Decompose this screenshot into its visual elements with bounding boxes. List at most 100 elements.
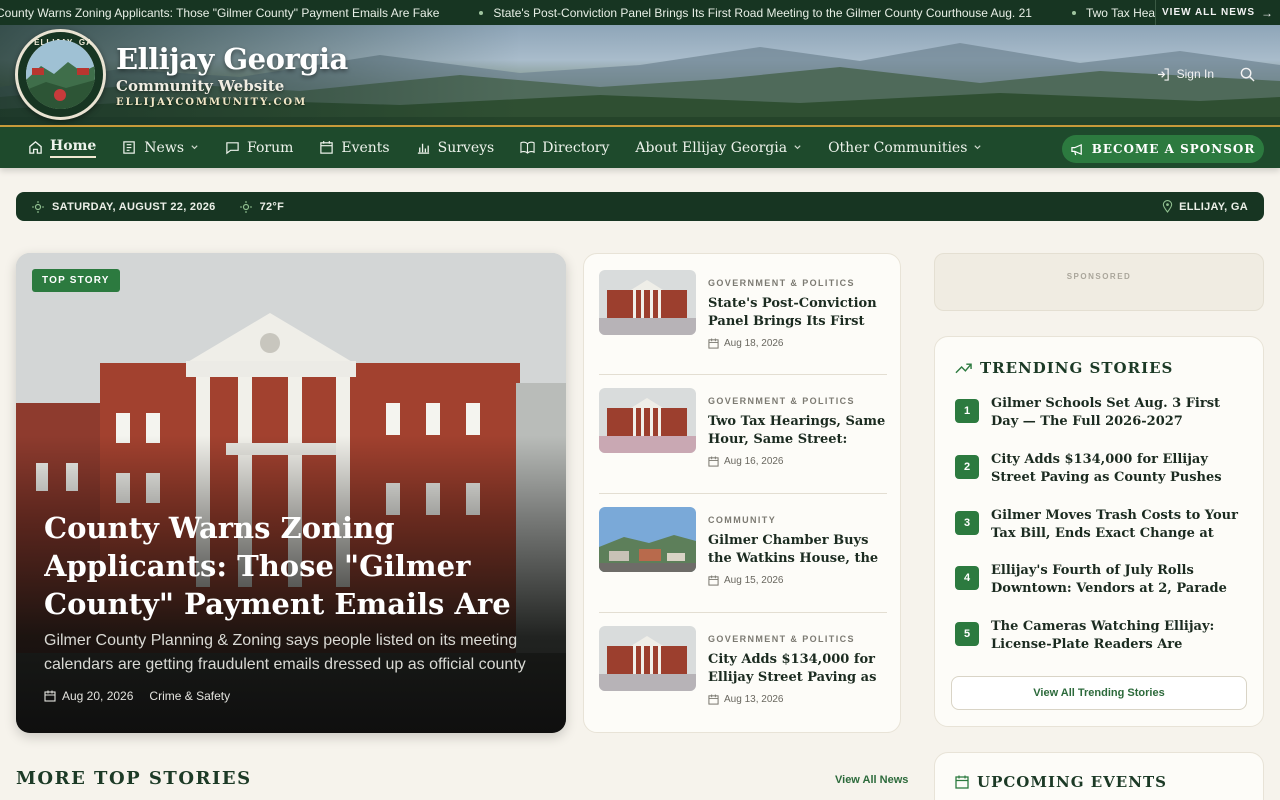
sponsor-label: BECOME A SPONSOR (1091, 142, 1256, 156)
ticker-item[interactable]: State's Post-Conviction Panel Brings Its… (479, 6, 1032, 20)
list-item[interactable]: GOVERNMENT & POLITICS State's Post-Convi… (599, 270, 887, 374)
nav-item-home[interactable]: Home (28, 126, 97, 169)
chevron-down-icon (794, 145, 801, 150)
news-category: GOVERNMENT & POLITICS (708, 278, 855, 288)
nav-item-events[interactable]: Events (319, 126, 390, 169)
nav-item-news[interactable]: News (122, 126, 199, 169)
nav-item-directory[interactable]: Directory (520, 126, 609, 169)
news-date: Aug 16, 2026 (708, 456, 784, 467)
calendar-icon (44, 690, 56, 702)
trending-item[interactable]: 4 Ellijay's Fourth of July Rolls Downtow… (955, 562, 1245, 606)
ticker-item-text: County Warns Zoning Applicants: Those "G… (0, 5, 440, 20)
top-story-date: Aug 20, 2026 (62, 689, 134, 703)
nav-item-label: Directory (542, 139, 610, 156)
news-date: Aug 13, 2026 (708, 694, 784, 705)
news-date-text: Aug 15, 2026 (724, 575, 784, 586)
trending-item[interactable]: 2 City Adds $134,000 for Ellijay Street … (955, 451, 1245, 495)
megaphone-icon (1071, 143, 1082, 155)
ticker-item-text: State's Post-Conviction Panel Brings Its… (493, 5, 1032, 20)
nav-item-label: Home (50, 138, 97, 158)
calendar-icon (708, 338, 719, 349)
search-button[interactable] (1240, 67, 1255, 82)
trending-item-title[interactable]: The Cameras Watching Ellijay: License-Pl… (991, 618, 1241, 654)
weather-icon (239, 200, 252, 213)
map-pin-icon (1162, 200, 1173, 213)
trending-item[interactable]: 3 Gilmer Moves Trash Costs to Your Tax B… (955, 507, 1245, 551)
login-icon (1157, 67, 1169, 81)
site-logo[interactable]: ELLIJAY, GA (15, 29, 106, 120)
chat-icon (226, 142, 239, 155)
news-title[interactable]: Two Tax Hearings, Same Hour, Same Street… (708, 413, 887, 449)
arrow-right-icon: → (1261, 5, 1274, 20)
news-thumbnail (599, 507, 696, 572)
sponsored-label: SPONSORED (1066, 272, 1132, 281)
nav-item-label: News (144, 139, 184, 156)
trending-item[interactable]: 1 Gilmer Schools Set Aug. 3 First Day — … (955, 395, 1245, 439)
trending-item[interactable]: 5 The Cameras Watching Ellijay: License-… (955, 618, 1245, 662)
calendar-icon (955, 775, 969, 789)
current-date: SATURDAY, AUGUST 22, 2026 (52, 200, 216, 213)
bullet-icon (479, 10, 484, 15)
sign-in-label: Sign In (1176, 67, 1214, 81)
trending-item-title[interactable]: Ellijay's Fourth of July Rolls Downtown:… (991, 562, 1241, 598)
events-title: UPCOMING EVENTS (977, 773, 1167, 791)
top-story-card[interactable]: TOP STORY County Warns Zoning Applicants… (16, 253, 566, 733)
trending-item-title[interactable]: City Adds $134,000 for Ellijay Street Pa… (991, 451, 1241, 487)
nav-item-about[interactable]: About Ellijay Georgia (635, 126, 802, 169)
bullet-icon (1071, 10, 1076, 15)
view-all-trending-button[interactable]: View All Trending Stories (951, 676, 1247, 710)
sun-icon (32, 200, 44, 213)
site-title[interactable]: Ellijay Georgia (116, 42, 348, 76)
trending-title: TRENDING STORIES (980, 359, 1174, 377)
news-category: GOVERNMENT & POLITICS (708, 396, 855, 406)
top-story-excerpt: Gilmer County Planning & Zoning says peo… (44, 632, 526, 673)
trending-item-title[interactable]: Gilmer Schools Set Aug. 3 First Day — Th… (991, 395, 1241, 431)
calendar-icon (708, 456, 719, 467)
nav-item-surveys[interactable]: Surveys (416, 126, 494, 169)
main-nav: Home News Forum Events Surveys Directory… (0, 125, 1280, 168)
nav-item-label: Other Communities (828, 139, 968, 156)
list-item[interactable]: GOVERNMENT & POLITICS Two Tax Hearings, … (599, 388, 887, 492)
sign-in-button[interactable]: Sign In (1157, 67, 1214, 81)
book-icon (520, 141, 535, 154)
site-header: ELLIJAY, GA Ellijay Georgia Community We… (0, 25, 1280, 125)
divider (599, 374, 887, 375)
news-title[interactable]: State's Post-Conviction Panel Brings Its… (708, 295, 887, 331)
news-title[interactable]: City Adds $134,000 for Ellijay Street Pa… (708, 651, 887, 687)
view-all-news-button[interactable]: VIEW ALL NEWS → (1155, 0, 1280, 25)
list-item[interactable]: COMMUNITY Gilmer Chamber Buys the Watkin… (599, 507, 887, 611)
news-date-text: Aug 16, 2026 (724, 456, 784, 467)
list-item[interactable]: GOVERNMENT & POLITICS City Adds $134,000… (599, 626, 887, 730)
calendar-icon (708, 694, 719, 705)
trending-item-title[interactable]: Gilmer Moves Trash Costs to Your Tax Bil… (991, 507, 1241, 543)
news-title[interactable]: Gilmer Chamber Buys the Watkins House, t… (708, 532, 887, 568)
top-story-meta: Aug 20, 2026 Crime & Safety (44, 689, 230, 703)
top-story-category[interactable]: Crime & Safety (149, 689, 230, 703)
nav-item-forum[interactable]: Forum (225, 126, 293, 169)
nav-item-label: Forum (247, 139, 294, 156)
date-weather-bar: SATURDAY, AUGUST 22, 2026 72°F ELLIJAY, … (16, 192, 1264, 221)
ticker-item[interactable]: County Warns Zoning Applicants: Those "G… (0, 6, 439, 20)
become-sponsor-button[interactable]: BECOME A SPONSOR (1062, 135, 1264, 163)
trending-rank: 5 (955, 622, 979, 646)
divider (599, 493, 887, 494)
search-icon (1240, 67, 1255, 82)
trending-rank: 2 (955, 455, 979, 479)
newspaper-icon (123, 141, 136, 154)
home-icon (29, 141, 42, 154)
top-story-title[interactable]: County Warns Zoning Applicants: Those "G… (44, 509, 534, 623)
news-list: GOVERNMENT & POLITICS State's Post-Convi… (583, 253, 901, 733)
sponsored-slot[interactable]: SPONSORED (934, 253, 1264, 311)
nav-item-other-communities[interactable]: Other Communities (828, 126, 982, 169)
news-date-text: Aug 13, 2026 (724, 694, 784, 705)
trending-rank: 3 (955, 511, 979, 535)
events-heading: UPCOMING EVENTS (955, 773, 1167, 791)
site-subtitle: Community Website (116, 77, 285, 95)
upcoming-events-panel: UPCOMING EVENTS (934, 752, 1264, 800)
trending-rank: 4 (955, 566, 979, 590)
news-thumbnail (599, 626, 696, 691)
bar-chart-icon (417, 143, 429, 154)
trending-up-icon (955, 363, 972, 374)
view-all-news-link[interactable]: View All News (835, 774, 908, 786)
trending-stories-panel: TRENDING STORIES 1 Gilmer Schools Set Au… (934, 336, 1264, 727)
